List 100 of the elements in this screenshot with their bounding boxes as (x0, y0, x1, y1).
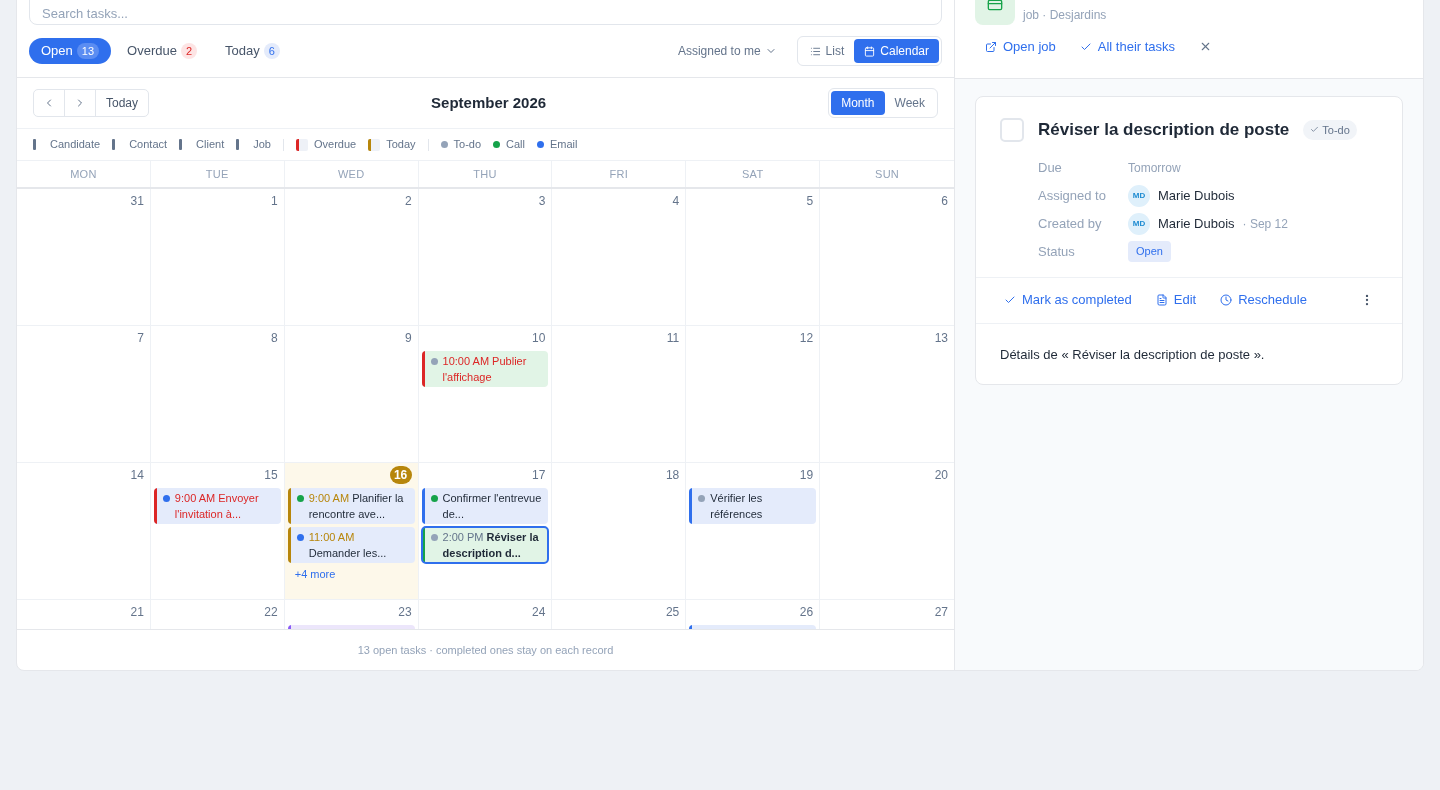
day-number: 10 (532, 330, 546, 347)
weekday-header: TUE (150, 161, 285, 187)
day-cell[interactable]: 18 (552, 463, 687, 599)
calendar-event[interactable]: 9:00 AM Planifier la rencontre ave... (287, 488, 415, 524)
day-number: 9 (404, 330, 412, 347)
day-cell[interactable]: 23 (284, 600, 419, 629)
task-action[interactable]: Edit (1155, 290, 1197, 310)
day-cell[interactable]: 27 (820, 600, 954, 629)
day-number: 13 (934, 330, 948, 347)
record-action[interactable]: All their tasks (1079, 37, 1176, 57)
day-cell[interactable]: 22 (150, 600, 285, 629)
person-name: Marie Dubois (1158, 186, 1235, 205)
day-number: 25 (665, 604, 680, 621)
assignee-dropdown[interactable]: Assigned to me (677, 42, 777, 60)
filter-tab[interactable]: Open 13 (29, 38, 112, 64)
event-title: Vérifier les références (710, 491, 764, 522)
day-cell[interactable]: 14 (17, 463, 151, 599)
day-number: 16 (389, 466, 412, 484)
day-cell[interactable]: 5 (686, 189, 821, 325)
day-cell[interactable]: 24 (418, 600, 553, 629)
day-number: 19 (799, 467, 814, 484)
legend-label: Client (196, 137, 225, 153)
field-label: Created by (1038, 214, 1103, 233)
day-number: 3 (538, 193, 546, 210)
count-badge: 2 (180, 43, 198, 59)
task-action[interactable]: Reschedule (1220, 290, 1307, 310)
task-details: Détails de « Réviser la description de poste ». (1000, 346, 1265, 362)
legend-label: Call (506, 137, 525, 153)
day-cell[interactable]: 15 9:00 AM Envoyer l'invitation à... (150, 463, 285, 599)
day-cell[interactable]: 20 (820, 463, 954, 599)
day-cell[interactable]: 16 9:00 AM Planifier la rencontre ave... 11:00 AM Demander les... +4 more (284, 463, 419, 599)
day-cell[interactable]: 6 (820, 189, 954, 325)
task-action[interactable]: Mark as completed (1004, 290, 1132, 310)
legend-label: Candidate (50, 137, 101, 153)
calendar-event[interactable]: 10:00 AM Publier l'affichage (421, 351, 549, 387)
search-field[interactable]: Search tasks... (29, 0, 942, 25)
day-number: 11 (666, 330, 680, 347)
calendar-event[interactable]: 2:00 PM Réviser la description d... (421, 527, 549, 563)
calendar-event[interactable]: 11:00 AM Demander les... (287, 527, 415, 563)
day-cell[interactable]: 17 Confirmer l'entrevue de... 2:00 PM Réviser la description d... (418, 463, 553, 599)
person-name: Marie Dubois (1158, 214, 1235, 233)
day-number: 1 (271, 193, 278, 210)
record-action[interactable]: Open job (985, 37, 1056, 57)
day-cell[interactable]: 25 (552, 600, 687, 629)
legend-label: Overdue (313, 137, 357, 153)
day-cell[interactable]: 8 (150, 326, 285, 462)
day-number: 15 (264, 467, 278, 484)
day-cell[interactable]: 19 Vérifier les références (686, 463, 821, 599)
filter-tab[interactable]: Today 6 (213, 38, 292, 64)
status-badge: Open (1128, 241, 1171, 262)
day-cell[interactable]: 1 (150, 189, 285, 325)
event-title: 10:00 AM Publier l'affichage (442, 354, 528, 385)
day-cell[interactable]: 13 (820, 326, 954, 462)
day-number: 12 (799, 330, 814, 347)
day-number: 14 (130, 467, 144, 484)
day-cell[interactable]: 4 (552, 189, 687, 325)
day-cell[interactable]: 31 (17, 189, 151, 325)
day-cell[interactable]: 26 (686, 600, 821, 629)
type-badge: To-do (1303, 119, 1357, 140)
event-title: 11:00 AM Demander les... (308, 530, 388, 561)
day-cell[interactable]: 10 10:00 AM Publier l'affichage (418, 326, 553, 462)
day-number: 4 (672, 193, 680, 210)
field-label: Assigned to (1038, 186, 1107, 205)
day-number: 26 (799, 604, 814, 621)
weekday-header: WED (284, 161, 419, 187)
mode-toggle[interactable]: Week (884, 91, 935, 115)
day-cell[interactable]: 9 (284, 326, 419, 462)
calendar-event[interactable]: 9:00 AM Envoyer l'invitation à... (153, 488, 281, 524)
day-cell[interactable]: 11 (552, 326, 687, 462)
mode-toggle[interactable]: Month (831, 91, 885, 115)
day-cell[interactable]: 7 (17, 326, 151, 462)
field-label: Status (1038, 242, 1076, 261)
month-title: September 2026 (431, 92, 547, 113)
day-cell[interactable]: 2 (284, 189, 419, 325)
filter-tab[interactable]: Overdue 2 (115, 38, 210, 64)
legend-label: Job (253, 137, 271, 153)
day-number: 8 (271, 330, 278, 347)
day-number: 5 (806, 193, 814, 210)
day-cell[interactable]: 3 (418, 189, 553, 325)
field-label: Due (1038, 158, 1063, 177)
calendar-event[interactable]: Vérifier les références (689, 488, 817, 524)
record-subtitle: job · Desjardins (1023, 7, 1107, 24)
view-toggle[interactable]: Calendar (854, 39, 939, 63)
day-cell[interactable]: 12 (686, 326, 821, 462)
day-number: 21 (130, 604, 144, 621)
day-number: 27 (934, 604, 948, 621)
weekday-header: SAT (686, 161, 821, 187)
count-badge: 13 (76, 43, 100, 59)
legend-label: Today (386, 137, 416, 153)
weekday-header: SUN (874, 166, 901, 182)
calendar-event[interactable]: Confirmer l'entrevue de... (421, 488, 549, 524)
day-number: 20 (934, 467, 948, 484)
legend-label: To-do (453, 137, 482, 153)
day-number: 6 (941, 193, 948, 210)
avatar: MD (1128, 184, 1150, 207)
day-number: 31 (130, 193, 144, 210)
day-number: 22 (264, 604, 278, 621)
more-link[interactable]: +4 more (284, 566, 418, 583)
view-toggle[interactable]: List (799, 39, 855, 63)
day-cell[interactable]: 21 (17, 600, 151, 629)
